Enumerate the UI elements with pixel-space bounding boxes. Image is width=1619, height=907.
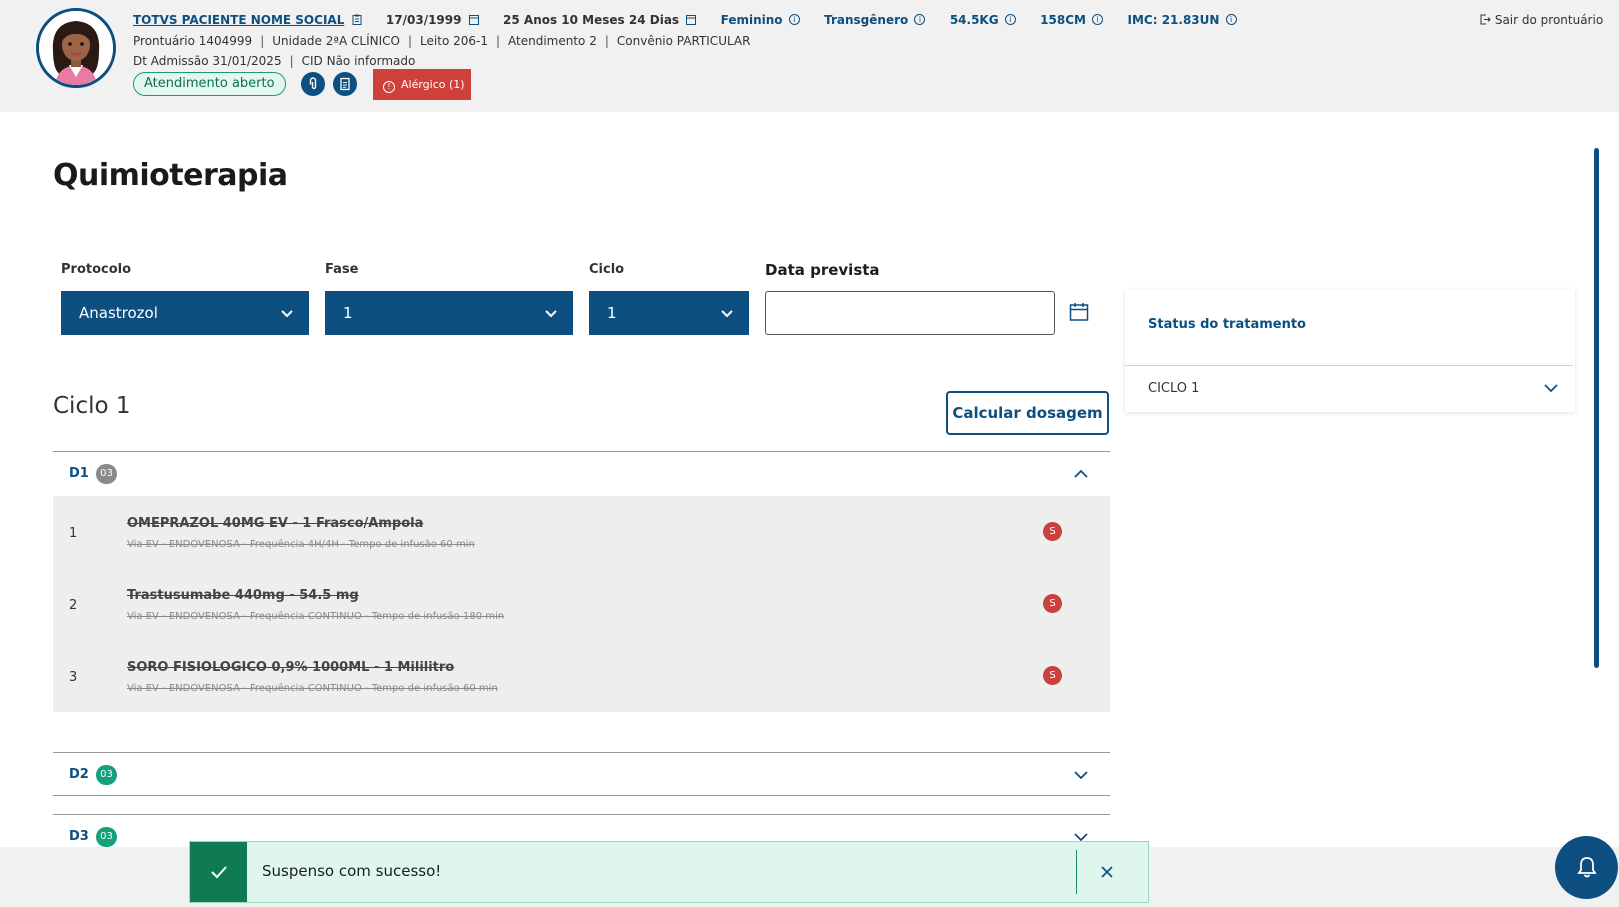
patient-age: 25 Anos 10 Meses 24 Dias bbox=[503, 12, 680, 27]
calendar-icon[interactable] bbox=[1069, 302, 1089, 322]
alert-icon: ! bbox=[383, 81, 395, 93]
exit-record-link[interactable]: Sair do prontuário bbox=[1480, 13, 1603, 28]
protocolo-label: Protocolo bbox=[61, 262, 132, 277]
chevron-down-icon bbox=[281, 310, 293, 318]
protocolo-value: Anastrozol bbox=[79, 304, 158, 322]
patient-admission-line: Dt Admissão 31/01/2025 | CID Não informado bbox=[133, 53, 416, 68]
protocolo-select[interactable]: Anastrozol bbox=[61, 291, 309, 335]
day-label: D3 bbox=[69, 829, 89, 844]
cycle-title: Ciclo 1 bbox=[53, 393, 131, 419]
day-count-badge: 03 bbox=[96, 827, 117, 847]
check-icon bbox=[211, 866, 227, 879]
info-icon[interactable]: i bbox=[1225, 14, 1237, 25]
paperclip-icon bbox=[309, 77, 317, 90]
calendar-small-icon bbox=[686, 14, 697, 25]
info-icon[interactable]: i bbox=[914, 14, 926, 25]
close-icon[interactable] bbox=[1094, 859, 1120, 885]
fase-select[interactable]: 1 bbox=[325, 291, 573, 335]
chevron-down-icon bbox=[721, 310, 733, 318]
info-icon[interactable]: i bbox=[1092, 14, 1104, 25]
medication-number: 3 bbox=[69, 670, 78, 685]
medication-name: SORO FISIOLOGICO 0,9% 1000ML - 1 Mililit… bbox=[127, 660, 455, 675]
day-count-badge: 03 bbox=[96, 765, 117, 785]
prontuario: Prontuário 1404999 bbox=[133, 33, 253, 48]
patient-summary-line: TOTVS PACIENTE NOME SOCIAL 17/03/1999 25… bbox=[133, 12, 1237, 27]
chevron-down-icon[interactable] bbox=[1073, 769, 1089, 781]
calculate-dosage-button[interactable]: Calcular dosagem bbox=[946, 391, 1109, 435]
chevron-down-icon[interactable] bbox=[1543, 382, 1559, 394]
atendimento: Atendimento 2 bbox=[508, 33, 597, 48]
data-prevista-input[interactable] bbox=[765, 291, 1055, 335]
patient-imc: IMC: 21.83UN bbox=[1127, 12, 1220, 27]
ciclo-label: Ciclo bbox=[589, 262, 625, 277]
info-icon[interactable]: i bbox=[788, 14, 800, 25]
medication-number: 1 bbox=[69, 526, 78, 541]
patient-avatar bbox=[36, 8, 116, 88]
attachment-button[interactable] bbox=[301, 72, 325, 96]
medication-detail: Via EV - ENDOVENOSA - Frequência CONTINU… bbox=[127, 611, 505, 622]
patient-header: TOTVS PACIENTE NOME SOCIAL 17/03/1999 25… bbox=[0, 0, 1619, 112]
day-header-d2[interactable]: D2 03 bbox=[53, 752, 1110, 796]
suspended-status-badge: S bbox=[1043, 522, 1062, 541]
suspended-status-badge: S bbox=[1043, 594, 1062, 613]
medication-name: Trastusumabe 440mg - 54.5 mg bbox=[127, 588, 359, 603]
attendance-status-badge: Atendimento aberto bbox=[133, 72, 286, 96]
divider bbox=[1125, 365, 1573, 366]
day-count-badge: 03 bbox=[96, 464, 117, 484]
clipboard-icon[interactable] bbox=[352, 14, 362, 25]
info-icon[interactable]: i bbox=[1004, 14, 1016, 25]
patient-weight: 54.5KG bbox=[949, 12, 999, 27]
medication-detail: Via EV - ENDOVENOSA - Frequência CONTINU… bbox=[127, 683, 498, 694]
notifications-button[interactable] bbox=[1555, 836, 1618, 899]
data-prevista-label: Data prevista bbox=[765, 261, 880, 279]
day-label: D1 bbox=[69, 466, 89, 481]
chevron-down-icon bbox=[545, 310, 557, 318]
birth-date: 17/03/1999 bbox=[385, 12, 462, 27]
allergy-label: Alérgico (1) bbox=[401, 78, 465, 91]
cid: CID Não informado bbox=[301, 53, 416, 68]
toast-icon-box bbox=[190, 842, 247, 902]
convenio: Convênio PARTICULAR bbox=[616, 33, 751, 48]
toast-message: Suspenso com sucesso! bbox=[262, 862, 442, 880]
medication-detail: Via EV - ENDOVENOSA - Frequência 4H/4H -… bbox=[127, 539, 475, 550]
medication-row[interactable]: 3 SORO FISIOLOGICO 0,9% 1000ML - 1 Milil… bbox=[53, 640, 1110, 712]
leito: Leito 206-1 bbox=[420, 33, 488, 48]
exit-record-label: Sair do prontuário bbox=[1494, 13, 1604, 27]
fase-label: Fase bbox=[325, 262, 359, 277]
patient-gender: Transgênero bbox=[824, 12, 909, 27]
medication-list: 1 OMEPRAZOL 40MG EV - 1 Frasco/Ampola Vi… bbox=[53, 496, 1110, 712]
medication-row[interactable]: 2 Trastusumabe 440mg - 54.5 mg Via EV - … bbox=[53, 568, 1110, 640]
patient-height: 158CM bbox=[1040, 12, 1086, 27]
medication-row[interactable]: 1 OMEPRAZOL 40MG EV - 1 Frasco/Ampola Vi… bbox=[53, 496, 1110, 568]
logout-icon bbox=[1480, 14, 1491, 28]
page-title: Quimioterapia bbox=[53, 158, 288, 193]
suspended-status-badge: S bbox=[1043, 666, 1062, 685]
patient-name[interactable]: TOTVS PACIENTE NOME SOCIAL bbox=[133, 13, 344, 27]
document-icon bbox=[340, 77, 350, 91]
calendar-small-icon bbox=[468, 14, 479, 25]
divider bbox=[1076, 850, 1077, 894]
day-label: D2 bbox=[69, 767, 89, 782]
day-header-d1[interactable]: D1 03 bbox=[53, 451, 1110, 495]
patient-admin-line: Prontuário 1404999 | Unidade 2ªA CLÍNICO | L… bbox=[133, 33, 751, 48]
page-scrollbar[interactable] bbox=[1594, 148, 1599, 668]
admission-date: Dt Admissão 31/01/2025 bbox=[133, 53, 282, 68]
patient-sex: Feminino bbox=[720, 12, 783, 27]
medication-name: OMEPRAZOL 40MG EV - 1 Frasco/Ampola bbox=[127, 516, 424, 531]
treatment-cycle-row[interactable]: CICLO 1 bbox=[1148, 381, 1199, 396]
fase-value: 1 bbox=[343, 304, 353, 322]
success-toast: Suspenso com sucesso! bbox=[189, 841, 1149, 903]
bell-icon bbox=[1577, 857, 1597, 878]
chevron-up-icon[interactable] bbox=[1073, 468, 1089, 480]
document-button[interactable] bbox=[333, 72, 357, 96]
ciclo-value: 1 bbox=[607, 304, 617, 322]
medication-number: 2 bbox=[69, 598, 78, 613]
allergy-button[interactable]: ! Alérgico (1) bbox=[373, 69, 471, 100]
unidade: Unidade 2ªA CLÍNICO bbox=[272, 33, 400, 48]
treatment-status-panel: Status do tratamento CICLO 1 bbox=[1125, 289, 1575, 412]
treatment-status-title: Status do tratamento bbox=[1148, 317, 1306, 332]
ciclo-select[interactable]: 1 bbox=[589, 291, 749, 335]
